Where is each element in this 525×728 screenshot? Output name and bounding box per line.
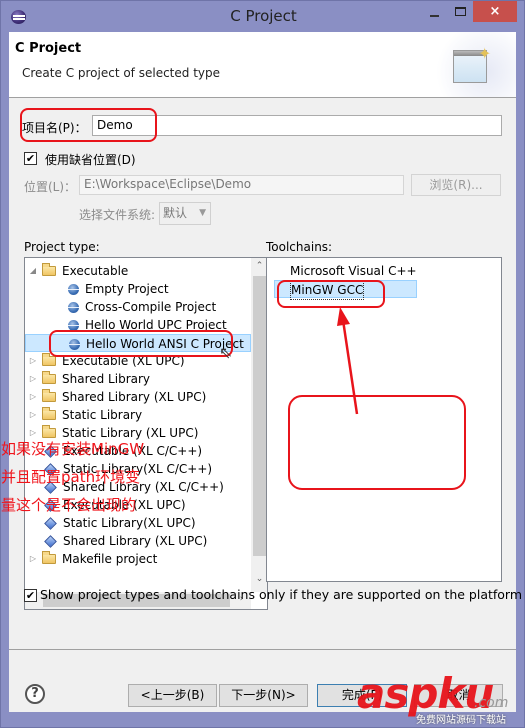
dialog-body: C Project Create C project of selected t… <box>1 32 522 712</box>
folder-icon <box>42 263 56 276</box>
tree-item-label: Shared Library (XL UPC) <box>63 534 208 548</box>
annotation-highlight-project-name <box>20 108 157 142</box>
project-sphere-icon <box>68 302 79 313</box>
collapsed-arrow-icon[interactable]: ▷ <box>28 406 38 424</box>
location-label: 位置(L)： <box>24 180 77 194</box>
tree-item[interactable]: ▷ Shared Library <box>25 370 251 388</box>
sparkle-icon: ✦ <box>478 44 492 63</box>
project-sphere-icon <box>68 284 79 295</box>
folder-icon <box>42 407 56 420</box>
tree-item-label: Static Library <box>62 408 143 422</box>
checkmark-icon: ✔ <box>25 589 36 602</box>
tree-item[interactable]: Shared Library (XL UPC) <box>25 532 251 550</box>
chevron-down-icon: ▼ <box>199 208 206 218</box>
annotation-line: 并且配置path环境变 <box>1 468 141 486</box>
browse-button[interactable]: 浏览(R)... <box>411 174 501 196</box>
new-wizard-icon: ✦ <box>447 44 492 85</box>
watermark-subtitle: 免费网站源码下载站 <box>416 715 506 726</box>
tree-item[interactable]: ◢ Executable <box>25 262 251 280</box>
tree-item-label: Executable <box>62 264 129 278</box>
collapsed-arrow-icon[interactable]: ▷ <box>28 550 38 568</box>
folder-icon <box>42 389 56 402</box>
project-type-tree[interactable]: ◢ Executable Empty Project Cross-Compile Pr… <box>24 257 268 610</box>
minimize-icon <box>429 14 439 17</box>
annotation-line: 量这个是不会出现的 <box>1 496 137 514</box>
toolchain-item[interactable]: Microsoft Visual C++ <box>267 262 467 280</box>
tree-item-label: Makefile project <box>62 552 158 566</box>
annotation-highlight-ansi-c <box>49 330 233 357</box>
collapsed-arrow-icon[interactable]: ▷ <box>28 370 38 388</box>
filesystem-select[interactable]: 默认 ▼ <box>159 202 211 225</box>
tree-item[interactable]: ▷ Shared Library (XL UPC) <box>25 388 251 406</box>
tree-item-label: Cross-Compile Project <box>85 300 217 314</box>
use-default-location-label: 使用缺省位置(D) <box>45 153 136 167</box>
filesystem-value: 默认 <box>163 206 188 220</box>
help-icon[interactable]: ? <box>25 684 45 704</box>
wizard-description: Create C project of selected type <box>22 66 220 80</box>
collapsed-arrow-icon[interactable]: ▷ <box>28 352 38 370</box>
annotation-line: 如果没有安装MinGW <box>1 440 145 458</box>
location-input[interactable]: E:\Workspace\Eclipse\Demo <box>79 175 404 195</box>
minimize-button[interactable] <box>421 1 447 22</box>
watermark-com: .com <box>474 695 509 711</box>
maximize-icon <box>454 7 466 16</box>
tree-item-label: Shared Library (XL UPC) <box>62 390 207 404</box>
footer-separator <box>9 649 516 650</box>
filesystem-label: 选择文件系统: <box>79 208 156 222</box>
tree-item[interactable]: Cross-Compile Project <box>25 298 251 316</box>
toolchain-item-label: Microsoft Visual C++ <box>290 264 417 278</box>
close-icon: × <box>489 4 501 19</box>
folder-icon <box>42 353 56 366</box>
show-supported-label: Show project types and toolchains only i… <box>40 587 523 602</box>
maximize-button[interactable] <box>447 1 473 22</box>
next-button[interactable]: 下一步(N)> <box>219 684 308 707</box>
folder-icon <box>42 371 56 384</box>
back-button[interactable]: <上一步(B) <box>128 684 217 707</box>
collapsed-arrow-icon[interactable]: ▷ <box>28 388 38 406</box>
tree-item[interactable]: Empty Project <box>25 280 251 298</box>
checkmark-icon: ✔ <box>25 152 36 165</box>
project-type-label: Project type: <box>24 240 100 254</box>
folder-icon <box>42 551 56 564</box>
tree-item-label: Empty Project <box>85 282 169 296</box>
show-supported-checkbox[interactable]: ✔ <box>24 589 37 602</box>
diamond-icon <box>44 535 57 548</box>
title-bar[interactable]: C Project × <box>1 1 525 32</box>
wizard-title: C Project <box>15 41 82 56</box>
c-project-dialog: C Project × C Project Create C project o… <box>0 0 525 728</box>
diamond-icon <box>44 517 57 530</box>
annotation-text: 如果没有安装MinGW 并且配置path环境变 量这个是不会出现的 <box>1 435 171 519</box>
arrow-head <box>337 307 350 326</box>
tree-item[interactable]: ▷ Static Library <box>25 406 251 424</box>
close-button[interactable]: × <box>473 1 517 22</box>
mouse-cursor-icon: ⇖ <box>219 343 233 362</box>
tree-item[interactable]: ▷ Makefile project <box>25 550 251 568</box>
expanded-arrow-icon[interactable]: ◢ <box>28 262 38 280</box>
annotation-callout <box>288 395 466 490</box>
toolchains-label: Toolchains: <box>266 240 333 254</box>
wizard-header: C Project Create C project of selected t… <box>9 32 516 98</box>
tree-item-label: Shared Library <box>62 372 151 386</box>
vertical-scroll-thumb[interactable] <box>253 276 266 556</box>
use-default-location-checkbox[interactable]: ✔ <box>24 152 37 165</box>
